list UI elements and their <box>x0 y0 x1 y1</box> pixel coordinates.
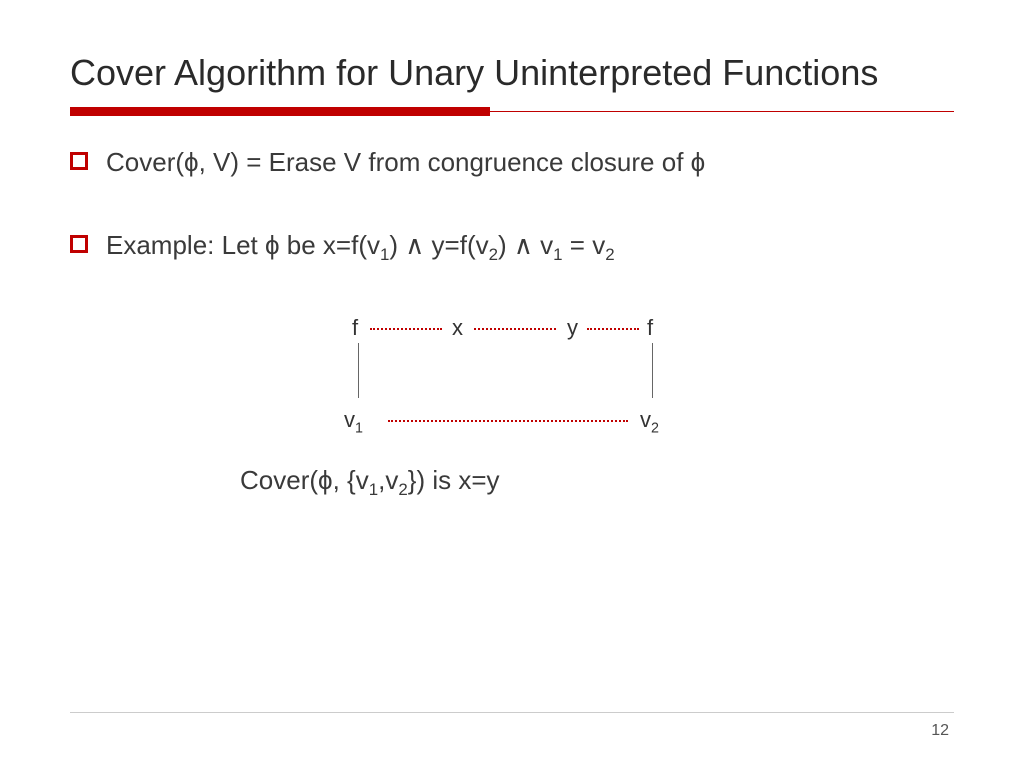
edge-v1-v2 <box>388 420 628 422</box>
title-underline <box>70 107 954 117</box>
node-y: y <box>567 315 578 341</box>
subscript: 2 <box>489 245 498 264</box>
conclusion-text: Cover(ϕ, {v1,v2}) is x=y <box>240 465 954 500</box>
bullet-1-text: Cover(ϕ, V) = Erase V from congruence cl… <box>106 145 705 180</box>
phi-symbol: ϕ <box>184 147 199 177</box>
slide: Cover Algorithm for Unary Uninterpreted … <box>0 0 1024 768</box>
node-f-left: f <box>352 315 358 341</box>
node-v1: v1 <box>344 407 363 436</box>
text: ,v <box>378 465 398 495</box>
node-f-right: f <box>647 315 653 341</box>
slide-title: Cover Algorithm for Unary Uninterpreted … <box>70 50 954 95</box>
square-bullet-icon <box>70 235 88 253</box>
page-number: 12 <box>931 722 949 740</box>
subscript: 1 <box>369 480 378 499</box>
congruence-diagram: f x y f v1 v2 <box>342 315 682 445</box>
text: ) <box>498 230 514 260</box>
subscript: 2 <box>651 420 659 436</box>
text: }) is x=y <box>408 465 500 495</box>
text: Example: Let <box>106 230 265 260</box>
and-symbol: ∧ <box>405 230 424 260</box>
bullet-2-text: Example: Let ϕ be x=f(v1) ∧ y=f(v2) ∧ v1… <box>106 228 615 267</box>
text: v <box>533 230 553 260</box>
text: v <box>344 407 355 432</box>
node-x: x <box>452 315 463 341</box>
edge-f-v2 <box>652 343 653 398</box>
subscript: 2 <box>398 480 407 499</box>
footer-divider <box>70 712 954 713</box>
text: be x=f(v <box>280 230 380 260</box>
text: Cover( <box>106 147 184 177</box>
phi-symbol: ϕ <box>265 230 280 260</box>
subscript: 1 <box>355 420 363 436</box>
phi-symbol: ϕ <box>318 465 333 495</box>
node-v2: v2 <box>640 407 659 436</box>
bullet-1: Cover(ϕ, V) = Erase V from congruence cl… <box>70 145 954 180</box>
subscript: 1 <box>553 245 562 264</box>
text: ) <box>389 230 405 260</box>
edge-f-x <box>370 328 442 330</box>
edge-f-v1 <box>358 343 359 398</box>
text: y=f(v <box>424 230 488 260</box>
edge-y-f <box>587 328 639 330</box>
text: Cover( <box>240 465 318 495</box>
text: , {v <box>333 465 369 495</box>
bullet-2: Example: Let ϕ be x=f(v1) ∧ y=f(v2) ∧ v1… <box>70 228 954 267</box>
phi-symbol: ϕ <box>691 147 706 177</box>
text: , V) = Erase V from congruence closure o… <box>199 147 691 177</box>
text: v <box>640 407 651 432</box>
and-symbol: ∧ <box>514 230 533 260</box>
subscript: 1 <box>380 245 389 264</box>
edge-x-y <box>474 328 556 330</box>
subscript: 2 <box>605 245 614 264</box>
square-bullet-icon <box>70 152 88 170</box>
text: = v <box>563 230 606 260</box>
